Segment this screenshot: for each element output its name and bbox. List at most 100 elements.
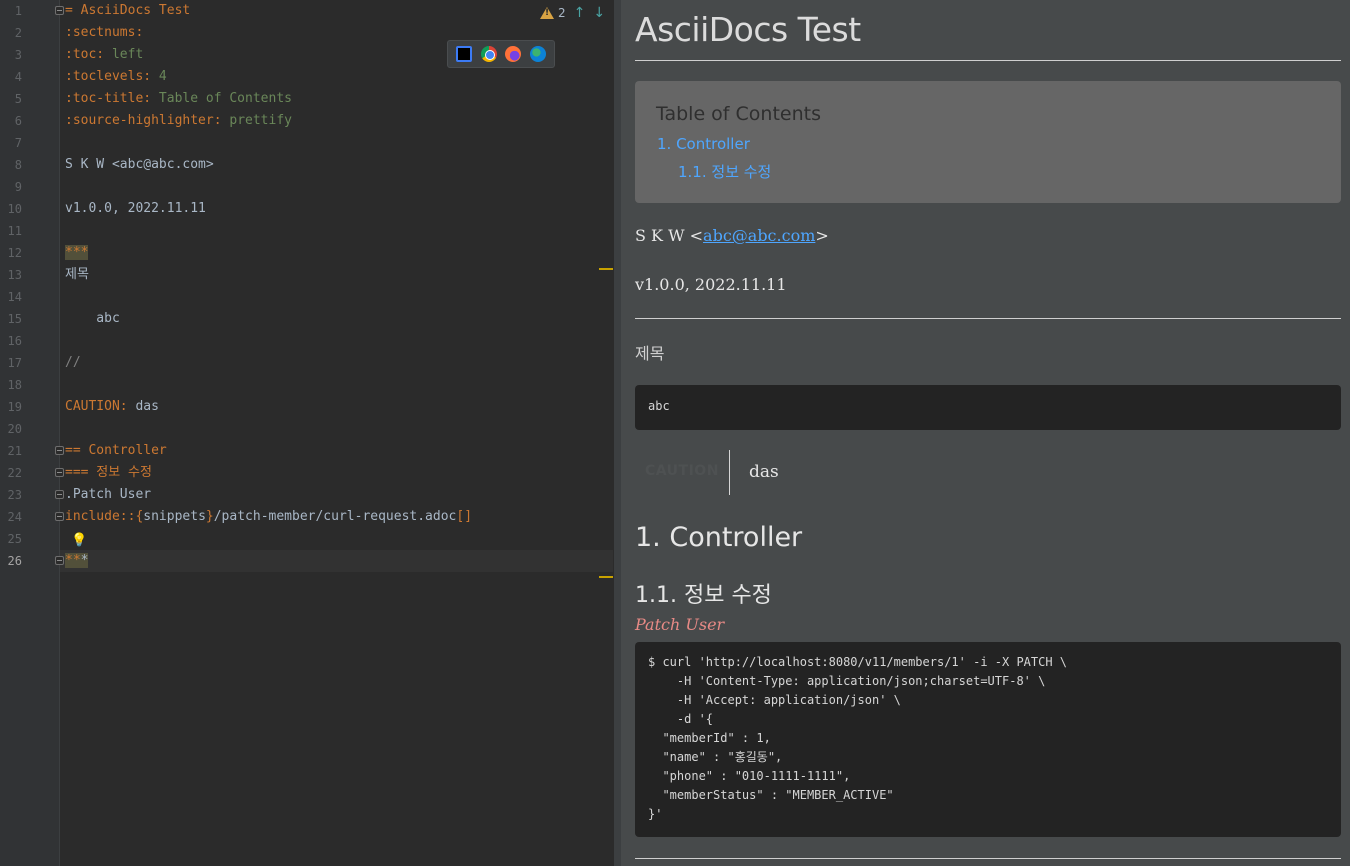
line-number: 7 — [14, 136, 22, 150]
attr-value: prettify — [221, 113, 292, 128]
caution-label: CAUTION — [645, 463, 719, 479]
line-number: 3 — [14, 48, 22, 62]
line-number: 15 — [7, 312, 22, 326]
line-number: 10 — [7, 202, 22, 216]
current-line-highlight — [60, 550, 613, 572]
thematic-break — [635, 318, 1341, 319]
edge-icon[interactable] — [529, 46, 546, 62]
title-rule — [635, 60, 1341, 61]
line-number: 1 — [14, 4, 22, 18]
fold-marker-icon[interactable] — [55, 446, 64, 455]
line-number: 11 — [7, 224, 22, 238]
code-line-15[interactable]: abc — [65, 308, 120, 330]
doc-title-code: = AsciiDocs Test — [65, 3, 191, 18]
warning-stripe[interactable] — [599, 268, 613, 270]
attr-value: Table of Contents — [151, 91, 292, 106]
split-divider[interactable] — [614, 0, 621, 866]
asciidoc-preview[interactable]: AsciiDocs Test Table of Contents 1. Cont… — [621, 0, 1350, 866]
warning-icon — [540, 7, 554, 19]
code-line-26[interactable]: *** — [65, 550, 89, 572]
line-number: 14 — [7, 290, 22, 304]
author-name: S K W < — [635, 226, 704, 245]
thematic-break-code: *** — [65, 245, 89, 260]
bold-marker: ** — [65, 553, 81, 568]
code-line-8[interactable]: S K W <abc@abc.com> — [65, 154, 214, 176]
next-highlight-icon[interactable]: ↓ — [593, 5, 605, 21]
line-number: 6 — [14, 114, 22, 128]
literal-code: abc — [65, 311, 120, 326]
code-line-23[interactable]: .Patch User — [65, 484, 151, 506]
lightbulb-icon[interactable]: 💡 — [71, 533, 87, 549]
code-line-2[interactable]: :sectnums: — [65, 22, 143, 44]
toc-link-controller[interactable]: 1. Controller — [657, 135, 750, 153]
attr-name: :sectnums: — [65, 25, 144, 40]
line-number: 25 — [7, 532, 22, 546]
admonition-divider — [729, 450, 730, 495]
caution-text: das — [749, 462, 779, 482]
line-number: 9 — [14, 180, 22, 194]
literal-block: abc — [635, 385, 1341, 430]
chrome-icon[interactable] — [480, 46, 497, 62]
line-number: 18 — [7, 378, 22, 392]
fold-marker-icon[interactable] — [55, 468, 64, 477]
author-line: S K W <abc@abc.com> — [635, 226, 829, 245]
section-heading-code: == Controller — [65, 443, 167, 458]
author-email-link[interactable]: abc@abc.com — [703, 226, 815, 245]
line-number: 26 — [7, 554, 22, 568]
code-line-24[interactable]: include::{snippets}/patch-member/curl-re… — [65, 506, 472, 528]
curl-code: $ curl 'http://localhost:8080/v11/member… — [648, 655, 1068, 821]
line-number: 4 — [14, 70, 22, 84]
open-in-browser-popup — [447, 40, 555, 68]
line-number: 21 — [7, 444, 22, 458]
curl-code-block: $ curl 'http://localhost:8080/v11/member… — [635, 642, 1341, 837]
toc-title: Table of Contents — [656, 103, 821, 125]
block-title-code: .Patch User — [65, 487, 152, 502]
intellij-preview-icon[interactable] — [456, 46, 473, 62]
code-line-17[interactable]: // — [65, 352, 81, 374]
code-line-13[interactable]: 제목 — [65, 264, 89, 286]
table-of-contents: Table of Contents 1. Controller 1.1. 정보 … — [635, 81, 1341, 203]
code-line-21[interactable]: == Controller — [65, 440, 167, 462]
attr-name: :source-highlighter: — [65, 113, 222, 128]
include-path: /patch-member/curl-request.adoc — [213, 509, 457, 524]
brace-close: } — [205, 509, 214, 524]
author-suffix: > — [815, 226, 829, 245]
revision-line: v1.0.0, 2022.11.11 — [65, 201, 206, 216]
literal-text: abc — [648, 399, 670, 413]
previous-highlight-icon[interactable]: ↑ — [574, 5, 586, 21]
attr-name: :toclevels: — [65, 69, 152, 84]
fold-marker-icon[interactable] — [55, 6, 64, 15]
code-line-6[interactable]: :source-highlighter: prettify — [65, 110, 292, 132]
warning-stripe[interactable] — [599, 576, 613, 578]
line-number: 22 — [7, 466, 22, 480]
fold-marker-icon[interactable] — [55, 556, 64, 565]
inspection-widget[interactable]: 2 ↑ ↓ — [540, 4, 605, 22]
include-macro: include:: — [65, 509, 136, 524]
code-line-22[interactable]: === 정보 수정 — [65, 462, 152, 484]
firefox-icon[interactable] — [505, 46, 522, 62]
admonition-label: CAUTION: — [65, 399, 128, 414]
comment-code: // — [65, 355, 81, 370]
code-line-10[interactable]: v1.0.0, 2022.11.11 — [65, 198, 206, 220]
code-editor[interactable]: 1 2 3 4 5 6 7 8 9 10 11 12 13 14 15 16 17 18 19 20 21 22 23 24 2… — [0, 0, 614, 866]
toc-link-info-edit[interactable]: 1.1. 정보 수정 — [678, 161, 771, 182]
warning-count: 2 — [558, 6, 566, 20]
code-line-1[interactable]: = AsciiDocs Test — [65, 0, 190, 22]
fold-marker-icon[interactable] — [55, 490, 64, 499]
paragraph-title: 제목 — [635, 344, 665, 363]
line-number: 2 — [14, 26, 22, 40]
code-line-12[interactable]: *** — [65, 242, 89, 264]
paragraph-code: 제목 — [65, 267, 89, 282]
macro-brackets: [] — [456, 509, 473, 524]
fold-marker-icon[interactable] — [55, 512, 64, 521]
section-heading: 1. Controller — [635, 522, 803, 553]
attr-ref: snippets — [143, 509, 206, 524]
author-line: S K W <abc@abc.com> — [65, 157, 214, 172]
code-line-19[interactable]: CAUTION: das — [65, 396, 159, 418]
code-line-4[interactable]: :toclevels: 4 — [65, 66, 167, 88]
bottom-rule — [635, 858, 1341, 859]
code-line-5[interactable]: :toc-title: Table of Contents — [65, 88, 292, 110]
code-line-3[interactable]: :toc: left — [65, 44, 143, 66]
subsection-heading: 1.1. 정보 수정 — [635, 583, 772, 608]
attr-name: :toc: — [65, 47, 105, 62]
